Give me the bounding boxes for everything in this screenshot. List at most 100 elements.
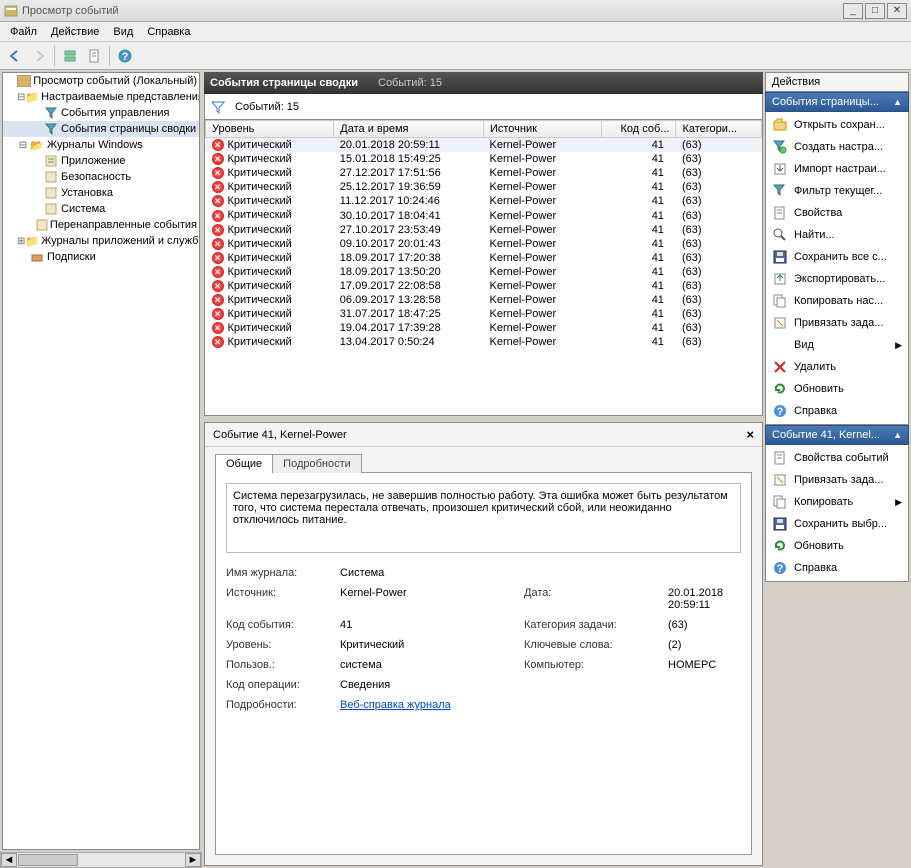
subscriptions-icon: [29, 250, 45, 264]
table-row[interactable]: ✕Критический27.10.2017 23:53:49Kernel-Po…: [206, 223, 762, 237]
filter-icon: [43, 106, 59, 120]
action-item[interactable]: Копировать▶: [766, 491, 908, 513]
action-label: Привязать зада...: [794, 317, 883, 329]
tree-windows-logs[interactable]: ⊟📂Журналы Windows: [3, 137, 199, 153]
critical-icon: ✕: [212, 308, 224, 320]
lab-taskcat: Категория задачи:: [524, 619, 664, 631]
tree-forwarded[interactable]: Перенаправленные события: [3, 217, 199, 233]
menu-help[interactable]: Справка: [141, 24, 196, 40]
col-level[interactable]: Уровень: [206, 121, 334, 138]
table-row[interactable]: ✕Критический09.10.2017 20:01:43Kernel-Po…: [206, 237, 762, 251]
action-item[interactable]: ? Справка: [766, 557, 908, 579]
action-item[interactable]: Удалить: [766, 356, 908, 378]
action-item[interactable]: Обновить: [766, 378, 908, 400]
critical-icon: ✕: [212, 322, 224, 334]
lab-more: Подробности:: [226, 699, 336, 711]
table-row[interactable]: ✕Критический18.09.2017 17:20:38Kernel-Po…: [206, 251, 762, 265]
val-taskcat: (63): [668, 619, 741, 631]
table-row[interactable]: ✕Критический19.04.2017 17:39:28Kernel-Po…: [206, 321, 762, 335]
action-item[interactable]: Свойства: [766, 202, 908, 224]
tree-application[interactable]: Приложение: [3, 153, 199, 169]
menu-action[interactable]: Действие: [45, 24, 105, 40]
actions-section1-title[interactable]: События страницы...▲: [765, 92, 909, 112]
critical-icon: ✕: [212, 238, 224, 250]
menu-file[interactable]: Файл: [4, 24, 43, 40]
action-label: Свойства: [794, 207, 842, 219]
action-item[interactable]: Создать настра...: [766, 136, 908, 158]
tree-system[interactable]: Система: [3, 201, 199, 217]
tree-security[interactable]: Безопасность: [3, 169, 199, 185]
action-item[interactable]: Вид▶: [766, 334, 908, 356]
forward-button[interactable]: [28, 45, 50, 67]
col-category[interactable]: Категори...: [676, 121, 762, 138]
table-row[interactable]: ✕Критический17.09.2017 22:08:58Kernel-Po…: [206, 279, 762, 293]
web-help-link[interactable]: Веб-справка журнала: [340, 699, 451, 711]
actions-pane: Действия События страницы...▲ Открыть со…: [765, 72, 909, 866]
table-row[interactable]: ✕Критический15.01.2018 15:49:25Kernel-Po…: [206, 152, 762, 166]
action-item[interactable]: Сохранить все с...: [766, 246, 908, 268]
action-item[interactable]: Привязать зада...: [766, 469, 908, 491]
menu-view[interactable]: Вид: [107, 24, 139, 40]
properties-button[interactable]: [83, 45, 105, 67]
tree-setup[interactable]: Установка: [3, 185, 199, 201]
table-row[interactable]: ✕Критический25.12.2017 19:36:59Kernel-Po…: [206, 180, 762, 194]
maximize-button[interactable]: □: [865, 3, 885, 19]
help-button[interactable]: ?: [114, 45, 136, 67]
col-source[interactable]: Источник: [483, 121, 601, 138]
action-item[interactable]: ?Справка: [766, 400, 908, 422]
tree-admin-events[interactable]: События управления: [3, 105, 199, 121]
table-row[interactable]: ✕Критический27.12.2017 17:51:56Kernel-Po…: [206, 166, 762, 180]
action-label: Сохранить все с...: [794, 251, 887, 263]
tree-root[interactable]: Просмотр событий (Локальный): [3, 73, 199, 89]
table-row[interactable]: ✕Критический11.12.2017 10:24:46Kernel-Po…: [206, 194, 762, 208]
detail-close-button[interactable]: ×: [746, 427, 754, 442]
table-row[interactable]: ✕Критический13.04.2017 0:50:24Kernel-Pow…: [206, 335, 762, 349]
action-item[interactable]: Привязать зада...: [766, 312, 908, 334]
actions-section2-title[interactable]: Событие 41, Kernel...▲: [765, 425, 909, 445]
critical-icon: ✕: [212, 210, 224, 222]
action-item[interactable]: Открыть сохран...: [766, 114, 908, 136]
action-item[interactable]: Копировать нас...: [766, 290, 908, 312]
save-icon: [772, 516, 788, 532]
tree-summary-events[interactable]: События страницы сводки: [3, 121, 199, 137]
table-row[interactable]: ✕Критический18.09.2017 13:50:20Kernel-Po…: [206, 265, 762, 279]
header-count: Событий: 15: [378, 77, 442, 89]
save-icon: [772, 249, 788, 265]
action-label: Открыть сохран...: [794, 119, 885, 131]
event-grid[interactable]: Уровень Дата и время Источник Код соб...…: [204, 120, 763, 416]
tree-hscroll[interactable]: ◄►: [0, 852, 202, 868]
action-item[interactable]: Свойства событий: [766, 447, 908, 469]
minimize-button[interactable]: _: [843, 3, 863, 19]
copy-icon: [772, 494, 788, 510]
filter-icon: [43, 122, 59, 136]
lab-level: Уровень:: [226, 639, 336, 651]
col-datetime[interactable]: Дата и время: [334, 121, 484, 138]
tab-general[interactable]: Общие: [215, 454, 273, 473]
log-icon: [43, 186, 59, 200]
action-item[interactable]: Экспортировать...: [766, 268, 908, 290]
action-label: Справка: [794, 562, 837, 574]
back-button[interactable]: [4, 45, 26, 67]
tree-custom-views[interactable]: ⊟📁Настраиваемые представления: [3, 89, 199, 105]
import-icon: [772, 161, 788, 177]
action-item[interactable]: Сохранить выбр...: [766, 513, 908, 535]
table-row[interactable]: ✕Критический30.10.2017 18:04:41Kernel-Po…: [206, 208, 762, 222]
tree-view[interactable]: Просмотр событий (Локальный) ⊟📁Настраива…: [2, 72, 200, 850]
table-row[interactable]: ✕Критический20.01.2018 20:59:11Kernel-Po…: [206, 138, 762, 153]
table-row[interactable]: ✕Критический06.09.2017 13:28:58Kernel-Po…: [206, 293, 762, 307]
tab-details[interactable]: Подробности: [272, 454, 362, 473]
svg-text:?: ?: [777, 563, 784, 575]
close-button[interactable]: ✕: [887, 3, 907, 19]
action-item[interactable]: Импорт настраи...: [766, 158, 908, 180]
menubar: Файл Действие Вид Справка: [0, 22, 911, 42]
tree-apps-services[interactable]: ⊞📁Журналы приложений и служб: [3, 233, 199, 249]
find-icon: [772, 227, 788, 243]
tree-subscriptions[interactable]: Подписки: [3, 249, 199, 265]
lab-date: Дата:: [524, 587, 664, 611]
table-row[interactable]: ✕Критический31.07.2017 18:47:25Kernel-Po…: [206, 307, 762, 321]
action-item[interactable]: Фильтр текущег...: [766, 180, 908, 202]
col-eventid[interactable]: Код соб...: [601, 121, 676, 138]
action-item[interactable]: Найти...: [766, 224, 908, 246]
action-item[interactable]: Обновить: [766, 535, 908, 557]
action-button[interactable]: [59, 45, 81, 67]
